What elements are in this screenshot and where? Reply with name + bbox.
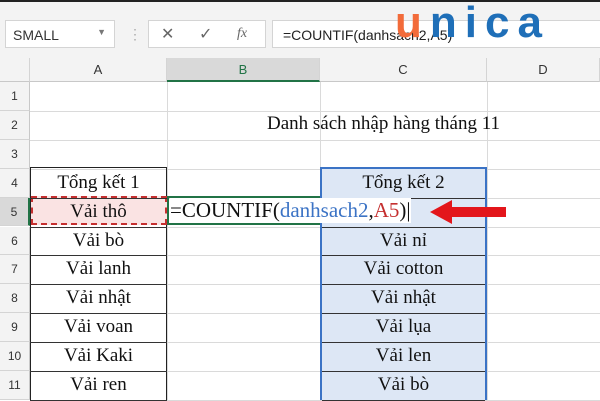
cell-border [30,371,167,372]
cell-a11[interactable]: Vải ren [30,374,167,396]
row-header-4[interactable]: 4 [0,168,30,198]
formula-toolbar: SMALL ▼ ⋮ ✕ ✓ fx =COUNTIF(danhsach2,A5) u… [0,0,600,58]
check-icon[interactable]: ✓ [199,24,212,44]
select-all-button[interactable] [0,58,30,82]
cell-c4[interactable]: Tổng kết 2 [320,172,487,194]
cell-border [322,371,485,372]
cell-title[interactable]: Danh sách nhập hàng tháng 11 [167,113,600,135]
row-header-10[interactable]: 10 [0,342,30,371]
drag-handle-icon: ⋮ [128,26,142,42]
cell-border [30,226,167,228]
grid-line [30,110,600,112]
row-header-8[interactable]: 8 [0,284,30,314]
row-header-2[interactable]: 2 [0,110,30,140]
name-box[interactable]: SMALL ▼ [5,20,115,48]
grid-line [30,139,600,141]
column-header-d[interactable]: D [487,58,600,82]
column-header-c[interactable]: C [320,58,487,82]
row-header-9[interactable]: 9 [0,313,30,343]
cell-a7[interactable]: Vải lanh [30,258,167,280]
column-header-a[interactable]: A [30,58,167,82]
cell-c8[interactable]: Vải nhật [320,287,487,309]
cell-c7[interactable]: Vải cotton [320,258,487,280]
cell-c11[interactable]: Vải bò [320,374,487,396]
cell-a9[interactable]: Vải voan [30,316,167,338]
formula-buttons: ✕ ✓ fx [148,20,266,48]
cell-border [322,255,485,257]
cell-c10[interactable]: Vải len [320,345,487,367]
cell-border [322,226,485,228]
cell-border [30,197,167,199]
row-header-6[interactable]: 6 [0,226,30,256]
cell-border [30,284,167,286]
cell-border [30,255,167,257]
cell-border [322,284,485,286]
row-header-11[interactable]: 11 [0,371,30,400]
cell-c9[interactable]: Vải lụa [320,316,487,338]
cell-border [322,313,485,315]
cell-border [30,342,167,344]
chevron-down-icon[interactable]: ▼ [97,27,106,37]
unica-logo: unica [395,0,550,47]
row-header-7[interactable]: 7 [0,255,30,285]
cell-a10[interactable]: Vải Kaki [30,345,167,367]
cell-a5[interactable]: Vải thô [30,201,167,223]
cell-b5-formula[interactable]: =COUNTIF(danhsach2,A5)| [170,198,411,223]
row-header-1[interactable]: 1 [0,82,30,111]
cell-a6[interactable]: Vải bò [30,230,167,252]
row-header-5[interactable]: 5 [0,197,30,227]
cell-c6[interactable]: Vải nỉ [320,230,487,252]
cancel-icon[interactable]: ✕ [161,24,174,44]
cell-border [30,313,167,315]
function-icon[interactable]: fx [237,26,247,42]
cell-a8[interactable]: Vải nhật [30,287,167,309]
red-arrow-icon [430,200,506,224]
column-header-b[interactable]: B [167,58,320,82]
cell-border [322,342,485,344]
row-header-3[interactable]: 3 [0,139,30,169]
cell-a4[interactable]: Tổng kết 1 [30,172,167,194]
